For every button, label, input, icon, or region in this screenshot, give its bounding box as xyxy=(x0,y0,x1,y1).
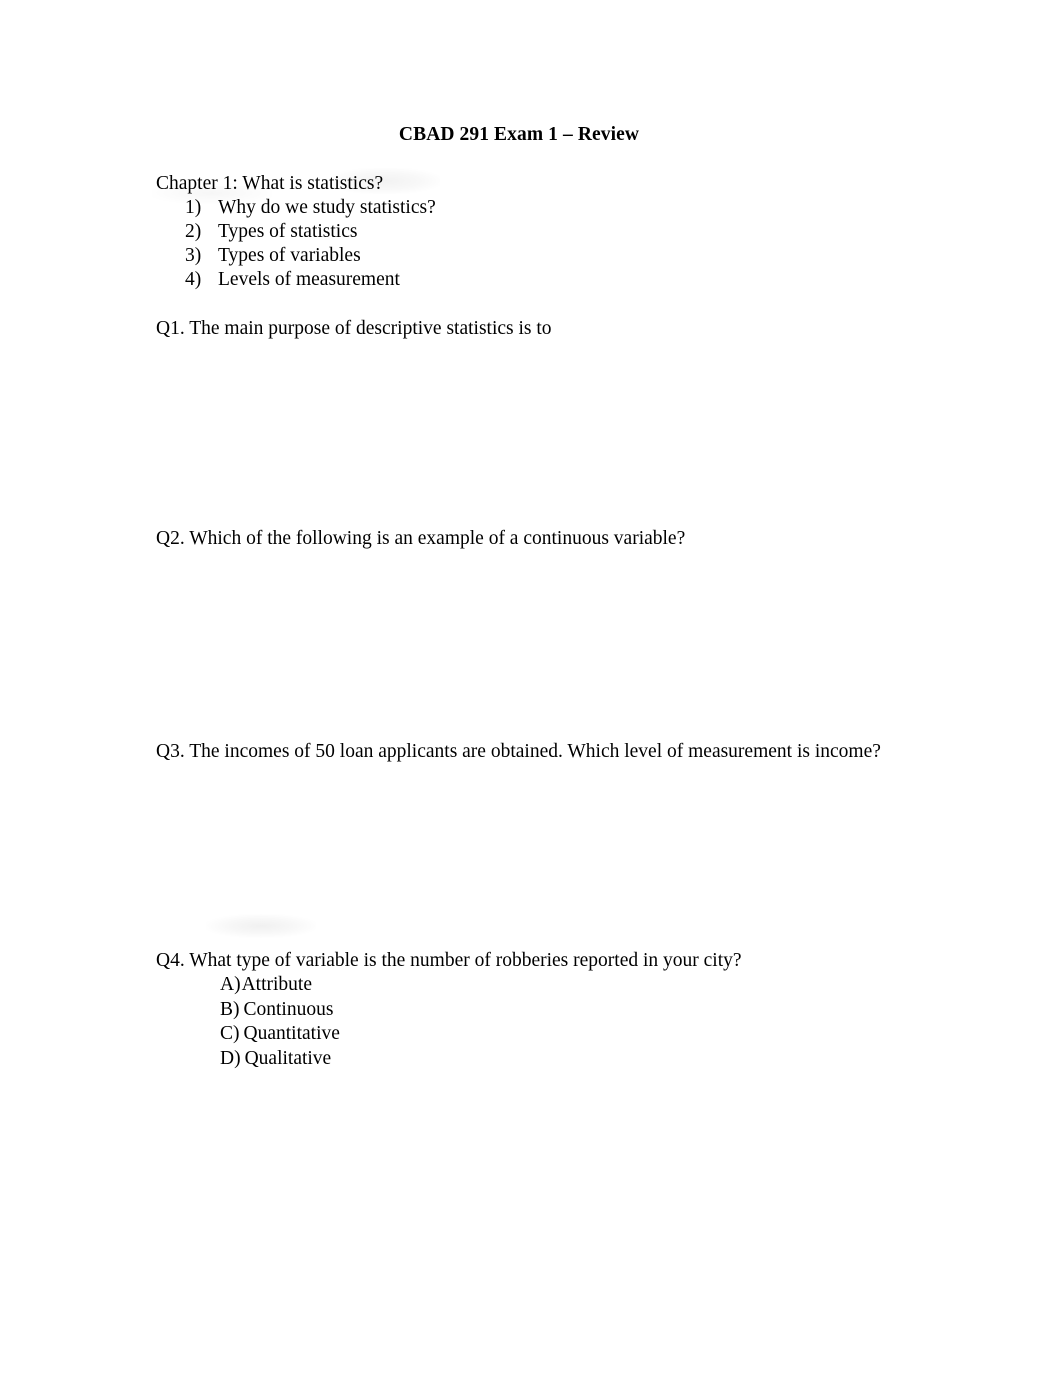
option-label-a: A) xyxy=(220,974,241,995)
list-item: 2) Types of statistics xyxy=(156,220,882,244)
answer-options-q4: A) Attribute B) Continuous C) Quantitati… xyxy=(156,973,882,1071)
topic-number: 2) xyxy=(185,221,202,242)
option-label-c: C) xyxy=(220,1023,240,1044)
answer-option-c[interactable]: C) Quantitative xyxy=(156,1022,882,1047)
question-q3: Q3. The incomes of 50 loan applicants ar… xyxy=(156,741,881,762)
document-body: CBAD 291 Exam 1 – Review Chapter 1: What… xyxy=(156,122,882,1071)
option-text-a: Attribute xyxy=(241,974,312,995)
topic-number: 1) xyxy=(185,197,202,218)
question-q2: Q2. Which of the following is an example… xyxy=(156,528,686,549)
answer-space-q3 xyxy=(156,764,882,949)
option-text-b: Continuous xyxy=(243,998,334,1020)
option-text-d: Qualitative xyxy=(244,1047,332,1069)
document-page: CBAD 291 Exam 1 – Review Chapter 1: What… xyxy=(0,0,1062,1377)
option-label-d: D) xyxy=(220,1047,241,1069)
question-q4: Q4. What type of variable is the number … xyxy=(156,950,742,971)
answer-space-q1 xyxy=(156,341,882,527)
topic-label: Types of variables xyxy=(218,245,361,266)
topic-number: 4) xyxy=(185,269,202,290)
chapter-topic-list: 1) Why do we study statistics? 2) Types … xyxy=(156,196,882,292)
page-title: CBAD 291 Exam 1 – Review xyxy=(398,124,640,145)
chapter-heading: Chapter 1: What is statistics? xyxy=(156,173,384,194)
question-q1: Q1. The main purpose of descriptive stat… xyxy=(156,318,552,339)
topic-label: Why do we study statistics? xyxy=(218,197,436,218)
list-item: 1) Why do we study statistics? xyxy=(156,196,882,220)
topic-label: Types of statistics xyxy=(218,221,358,242)
option-label-b: B) xyxy=(220,998,240,1020)
answer-space-q2 xyxy=(156,551,882,740)
option-text-c: Quantitative xyxy=(243,1023,340,1044)
answer-option-d[interactable]: D) Qualitative xyxy=(156,1047,882,1072)
topic-number: 3) xyxy=(185,245,202,266)
topic-label: Levels of measurement xyxy=(218,269,400,290)
answer-option-b[interactable]: B) Continuous xyxy=(156,998,882,1023)
list-item: 3) Types of variables xyxy=(156,244,882,268)
list-item: 4) Levels of measurement xyxy=(156,268,882,292)
answer-option-a[interactable]: A) Attribute xyxy=(156,973,882,998)
